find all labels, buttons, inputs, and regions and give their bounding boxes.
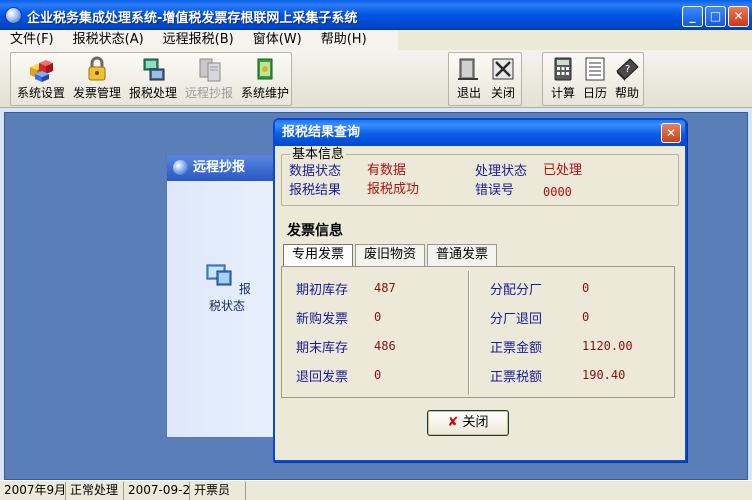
tax-processing-button[interactable]: 报税处理 xyxy=(127,55,179,101)
calculator-icon xyxy=(554,57,572,81)
calendar-label: 日历 xyxy=(582,86,607,100)
toolbar-group-window: 退出 关闭 xyxy=(448,52,522,106)
tax-result-key: 报税结果 xyxy=(289,183,342,198)
close-window-button[interactable]: 关闭 xyxy=(487,55,519,101)
toolbar-group-tools: 计算 日历 ? 帮助 xyxy=(542,52,644,106)
main-title-bar: 企业税务集成处理系统-增值税发票存根联网上采集子系统 _ □ ✕ xyxy=(0,0,752,30)
close-action-label: 关闭 xyxy=(462,415,489,430)
status-date: 2007-09-27 xyxy=(124,482,190,500)
invoice-management-button[interactable]: 发票管理 xyxy=(71,55,123,101)
lock-icon xyxy=(88,56,106,81)
menu-remote-tax[interactable]: 远程报税(B) xyxy=(153,30,243,50)
status-bar: 2007年9月 正常处理 2007-09-27 开票员 xyxy=(0,480,752,500)
app-logo-icon xyxy=(5,7,22,24)
menu-file[interactable]: 文件(F) xyxy=(0,30,63,50)
remote-copy-report-button[interactable]: 远程抄报 xyxy=(183,55,235,101)
opening-stock-key: 期初库存 xyxy=(296,283,349,298)
allocated-branch-key: 分配分厂 xyxy=(490,283,543,298)
exit-label: 退出 xyxy=(456,86,481,100)
svg-text:?: ? xyxy=(625,64,630,75)
toolbar-group-main: 系统设置 发票管理 报税处理 远程抄报 系统维护 xyxy=(10,52,292,106)
child-window-title: 远程抄报 xyxy=(193,160,246,175)
close-window-label: 关闭 xyxy=(490,86,515,100)
calculator-label: 计算 xyxy=(550,86,575,100)
invoice-tabs: 专用发票 废旧物资 普通发票 xyxy=(283,244,499,267)
menu-tax-status[interactable]: 报税状态(A) xyxy=(63,30,153,50)
child-window-icon xyxy=(173,160,188,175)
tax-status-icon xyxy=(206,264,232,286)
data-status-value: 有数据 xyxy=(367,163,407,178)
process-status-value: 已处理 xyxy=(543,163,583,178)
remote-copy-report-label: 远程抄报 xyxy=(184,86,233,100)
invoice-amount-value: 1120.00 xyxy=(582,339,633,353)
process-status-key: 处理状态 xyxy=(475,164,528,179)
menu-window[interactable]: 窗体(W) xyxy=(243,30,311,50)
new-purchase-key: 新购发票 xyxy=(296,312,349,327)
new-purchase-value: 0 xyxy=(374,310,382,324)
cubes-icon xyxy=(30,60,53,82)
server-icon xyxy=(199,58,221,82)
dialog-title: 报税结果查询 xyxy=(275,120,685,146)
tax-status-button[interactable]: 报税状态 xyxy=(199,259,255,314)
maintenance-icon xyxy=(257,58,273,80)
status-mode: 正常处理 xyxy=(66,482,124,500)
tax-result-value: 报税成功 xyxy=(367,182,420,197)
returned-invoice-value: 0 xyxy=(374,368,382,382)
invoice-tax-key: 正票税额 xyxy=(490,370,543,385)
exit-button[interactable]: 退出 xyxy=(453,55,485,101)
maximize-button[interactable]: □ xyxy=(705,6,726,27)
invoice-tax-value: 190.40 xyxy=(582,368,626,382)
status-empty xyxy=(246,482,752,500)
calendar-button[interactable]: 日历 xyxy=(579,55,611,101)
invoice-management-label: 发票管理 xyxy=(72,86,121,100)
data-status-key: 数据状态 xyxy=(289,164,342,179)
panel-divider xyxy=(468,271,470,395)
close-button[interactable]: ✕ xyxy=(728,6,749,27)
menu-help[interactable]: 帮助(H) xyxy=(311,30,376,50)
allocated-branch-value: 0 xyxy=(582,281,590,295)
help-button[interactable]: ? 帮助 xyxy=(611,55,643,101)
help-book-icon: ? xyxy=(616,58,639,81)
close-window-icon xyxy=(492,58,514,80)
help-label: 帮助 xyxy=(614,86,639,100)
returned-invoice-key: 退回发票 xyxy=(296,370,349,385)
tab-scrap-materials[interactable]: 废旧物资 xyxy=(355,244,426,266)
system-settings-button[interactable]: 系统设置 xyxy=(15,55,67,101)
system-maintenance-label: 系统维护 xyxy=(240,86,289,100)
calendar-icon xyxy=(585,57,605,81)
tab-ordinary-invoice[interactable]: 普通发票 xyxy=(427,244,498,266)
dialog-close-button[interactable]: ✕ xyxy=(661,123,681,143)
red-x-icon: ✘ xyxy=(447,415,459,430)
opening-stock-value: 487 xyxy=(374,281,396,295)
branch-return-key: 分厂退回 xyxy=(490,312,543,327)
tax-result-query-dialog: 报税结果查询 ✕ 基本信息 数据状态 有数据 处理状态 已处理 报税结果 报税成… xyxy=(273,118,687,462)
closing-stock-value: 486 xyxy=(374,339,396,353)
basic-info-label: 基本信息 xyxy=(290,147,347,162)
invoice-info-label: 发票信息 xyxy=(285,223,345,239)
system-maintenance-button[interactable]: 系统维护 xyxy=(239,55,291,101)
closing-stock-key: 期末库存 xyxy=(296,341,349,356)
status-period: 2007年9月 xyxy=(0,482,66,500)
toolbar: 系统设置 发票管理 报税处理 远程抄报 系统维护 退出 关闭 计算 日历 ? 帮… xyxy=(0,50,752,108)
calculator-button[interactable]: 计算 xyxy=(547,55,579,101)
tab-special-invoice[interactable]: 专用发票 xyxy=(283,244,354,267)
branch-return-value: 0 xyxy=(582,310,590,324)
tax-processing-label: 报税处理 xyxy=(128,86,177,100)
error-no-key: 错误号 xyxy=(475,183,515,198)
invoice-tab-panel: 期初库存 487 新购发票 0 期末库存 486 退回发票 0 分配分厂 0 分… xyxy=(281,266,675,398)
exit-icon xyxy=(458,58,478,80)
status-role: 开票员 xyxy=(190,482,246,500)
computer-stack-icon xyxy=(143,58,165,81)
invoice-amount-key: 正票金额 xyxy=(490,341,543,356)
system-settings-label: 系统设置 xyxy=(16,86,65,100)
minimize-button[interactable]: _ xyxy=(682,6,703,27)
window-title: 企业税务集成处理系统-增值税发票存根联网上采集子系统 xyxy=(27,11,358,26)
error-no-value: 0000 xyxy=(543,185,572,199)
menu-bar: 文件(F) 报税状态(A) 远程报税(B) 窗体(W) 帮助(H) xyxy=(0,30,752,50)
dialog-close-action-button[interactable]: ✘ 关闭 xyxy=(427,410,509,436)
